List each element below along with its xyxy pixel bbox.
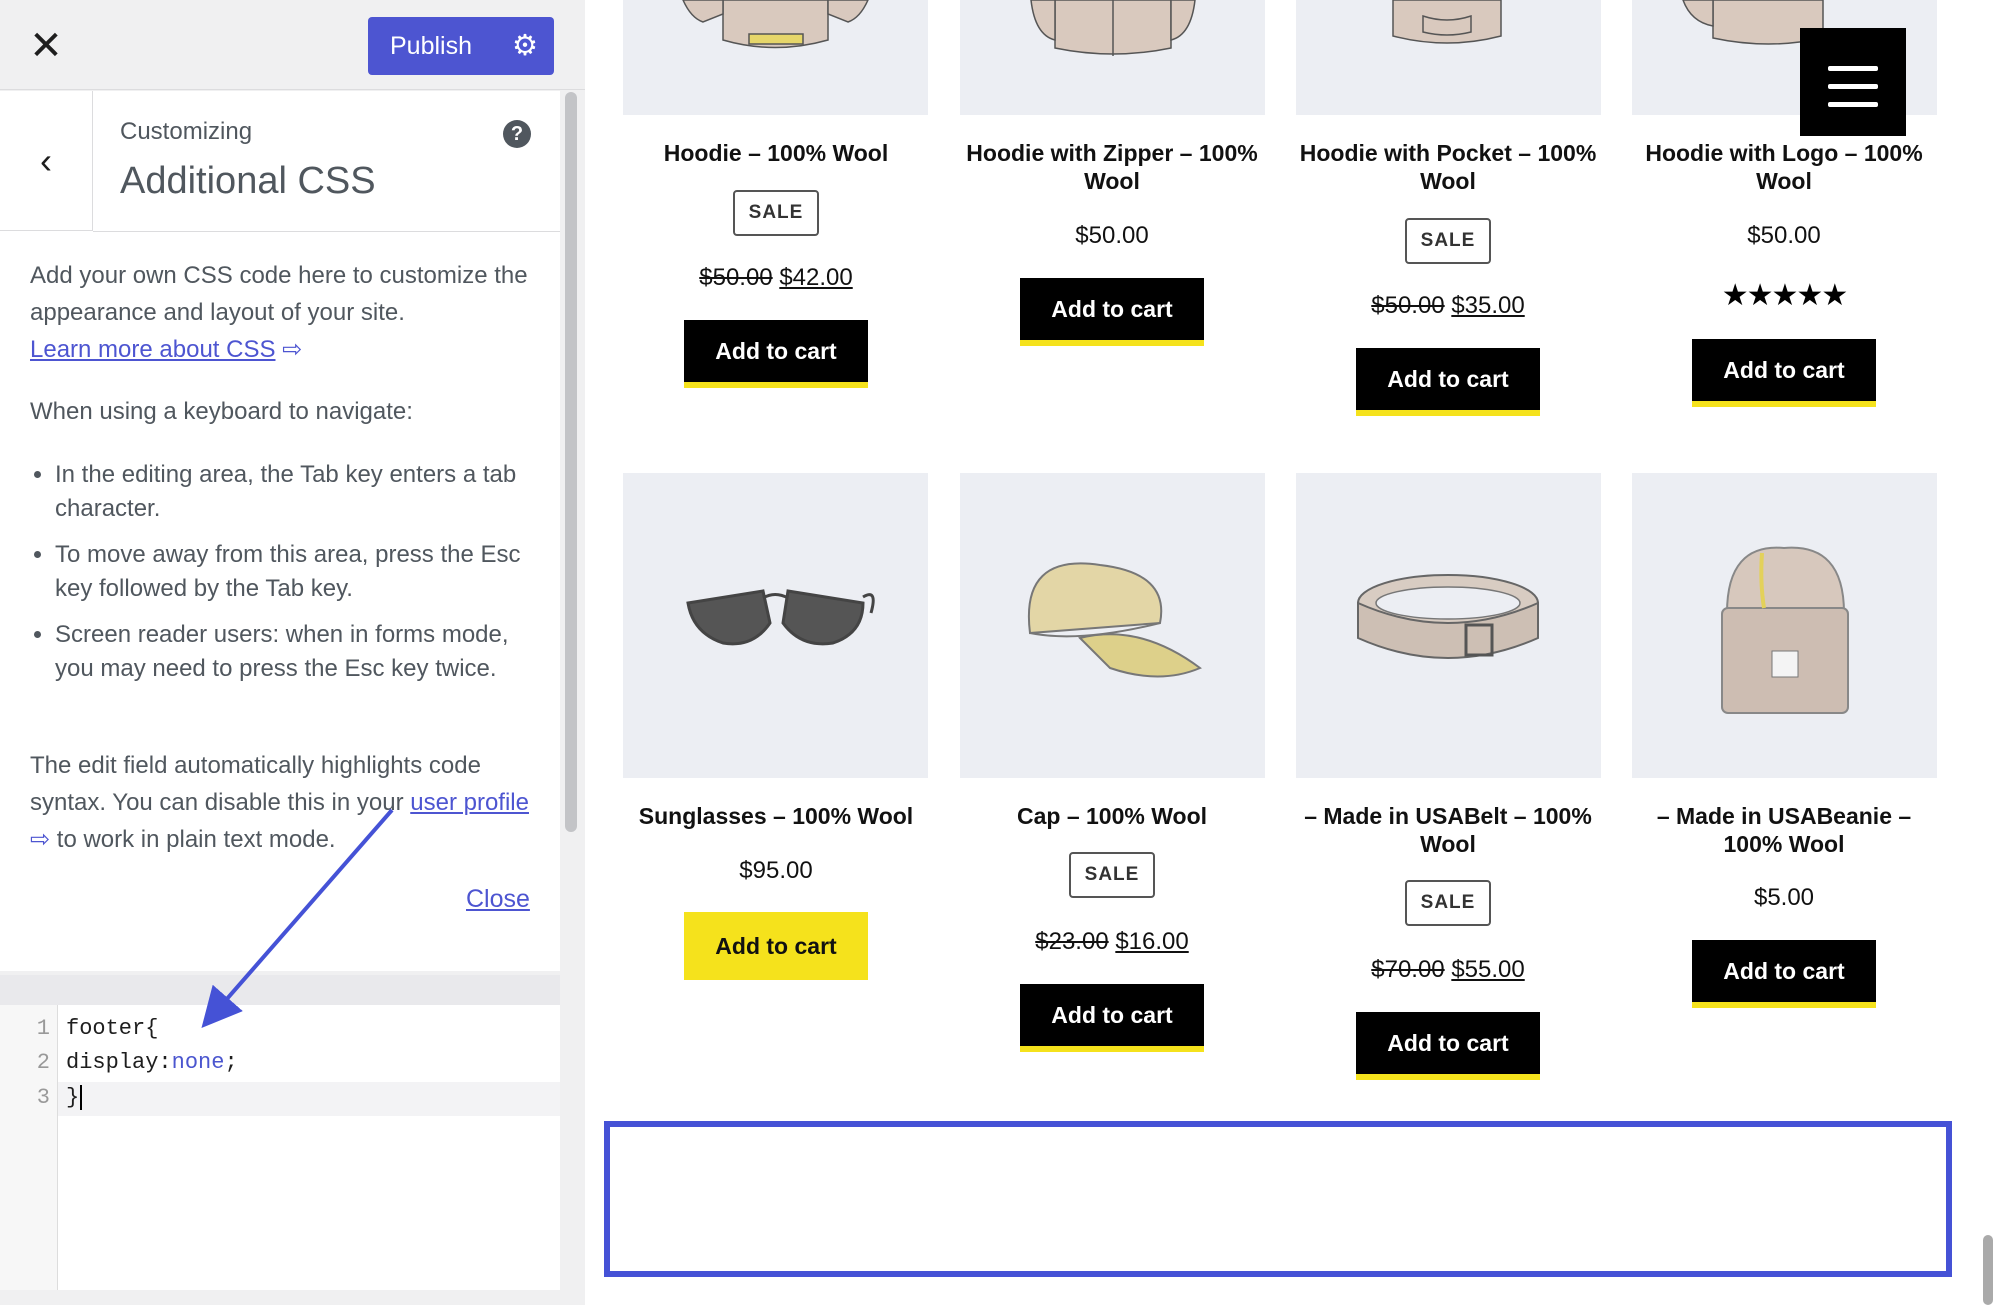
beanie-illustration [1721,546,1849,714]
publish-button[interactable]: Publish ⚙ [368,17,554,75]
product-price: $50.00 $42.00 [699,264,853,291]
chevron-left-icon[interactable]: ‹ [0,91,93,231]
add-to-cart-button[interactable]: Add to cart [1692,339,1876,407]
gear-icon[interactable]: ⚙ [512,17,538,75]
cap-illustration [1027,562,1202,678]
code-line-3[interactable]: } [66,1085,96,1110]
close-icon[interactable]: ✕ [22,22,70,70]
customizing-label: Customizing [120,118,253,145]
line-number: 2 [36,1050,50,1075]
add-to-cart-button[interactable]: Add to cart [1356,348,1540,416]
preview-scrollbar[interactable] [1983,1235,1993,1305]
hoodie-illustrations [682,0,1824,56]
sale-badge: SALE [733,190,819,236]
product-price: $50.00 $35.00 [1371,292,1525,319]
sunglasses-illustration [686,589,875,646]
add-to-cart-button[interactable]: Add to cart [684,320,868,388]
panel-scrollbar[interactable] [565,92,577,832]
star-rating: ★★★★★ [1721,279,1848,312]
belt-illustration [1357,574,1539,659]
tip-item: In the editing area, the Tab key enters … [55,458,535,526]
close-link[interactable]: Close [466,885,530,914]
add-to-cart-button[interactable]: Add to cart [1020,984,1204,1052]
section-title: Additional CSS [120,160,376,202]
sale-badge: SALE [1405,218,1491,264]
product-title[interactable]: – Made in USABelt – 100% Wool [1293,802,1603,858]
description-intro: Add your own CSS code here to customize … [30,262,528,363]
product-title[interactable]: Hoodie with Logo – 100% Wool [1629,139,1939,195]
product-title[interactable]: Sunglasses – 100% Wool [621,802,931,830]
add-to-cart-button[interactable]: Add to cart [1692,940,1876,1008]
product-price: $50.00 [1075,222,1149,249]
product-title[interactable]: – Made in USABeanie – 100% Wool [1629,802,1939,858]
product-price: $23.00 $16.00 [1035,928,1189,955]
tip-item: Screen reader users: when in forms mode,… [55,618,535,686]
external-link-icon: ⇨ [282,336,303,363]
keyboard-tips-list: In the editing area, the Tab key enters … [55,458,535,698]
active-line-highlight [58,1082,560,1116]
product-title[interactable]: Hoodie with Pocket – 100% Wool [1293,139,1603,195]
sale-badge: SALE [1405,880,1491,926]
add-to-cart-button[interactable]: Add to cart [1020,278,1204,346]
product-price: $95.00 [739,857,813,884]
text-cursor [80,1085,96,1110]
product-price: $50.00 [1747,222,1821,249]
learn-more-link[interactable]: Learn more about CSS [30,336,275,363]
divider [93,231,560,232]
product-title[interactable]: Hoodie with Zipper – 100% Wool [957,139,1267,195]
line-number: 1 [36,1016,50,1041]
external-link-icon: ⇨ [30,826,57,853]
hamburger-menu-icon[interactable] [1800,28,1906,136]
product-title[interactable]: Cap – 100% Wool [957,802,1267,830]
product-price: $5.00 [1753,884,1815,911]
keyboard-intro: When using a keyboard to navigate: [30,398,413,425]
publish-label: Publish [390,32,472,60]
product-price: $70.00 $55.00 [1371,956,1525,983]
help-icon[interactable]: ? [503,120,531,148]
line-number: 3 [36,1085,50,1110]
editor-toolbar [0,975,560,1005]
add-to-cart-button[interactable]: Add to cart [1356,1012,1540,1080]
css-code-editor[interactable] [0,1005,560,1290]
tip-item: To move away from this area, press the E… [55,538,535,606]
footer-area-highlight [604,1121,1952,1277]
product-title[interactable]: Hoodie – 100% Wool [621,139,931,167]
syntax-highlight-note: The edit field automatically highlights … [30,752,529,853]
user-profile-link[interactable]: user profile [410,789,529,816]
code-line-2[interactable]: display:none; [66,1050,238,1075]
sale-badge: SALE [1069,852,1155,898]
editor-gutter [0,1005,58,1290]
add-to-cart-button[interactable]: Add to cart [684,912,868,980]
code-line-1[interactable]: footer{ [66,1016,158,1041]
